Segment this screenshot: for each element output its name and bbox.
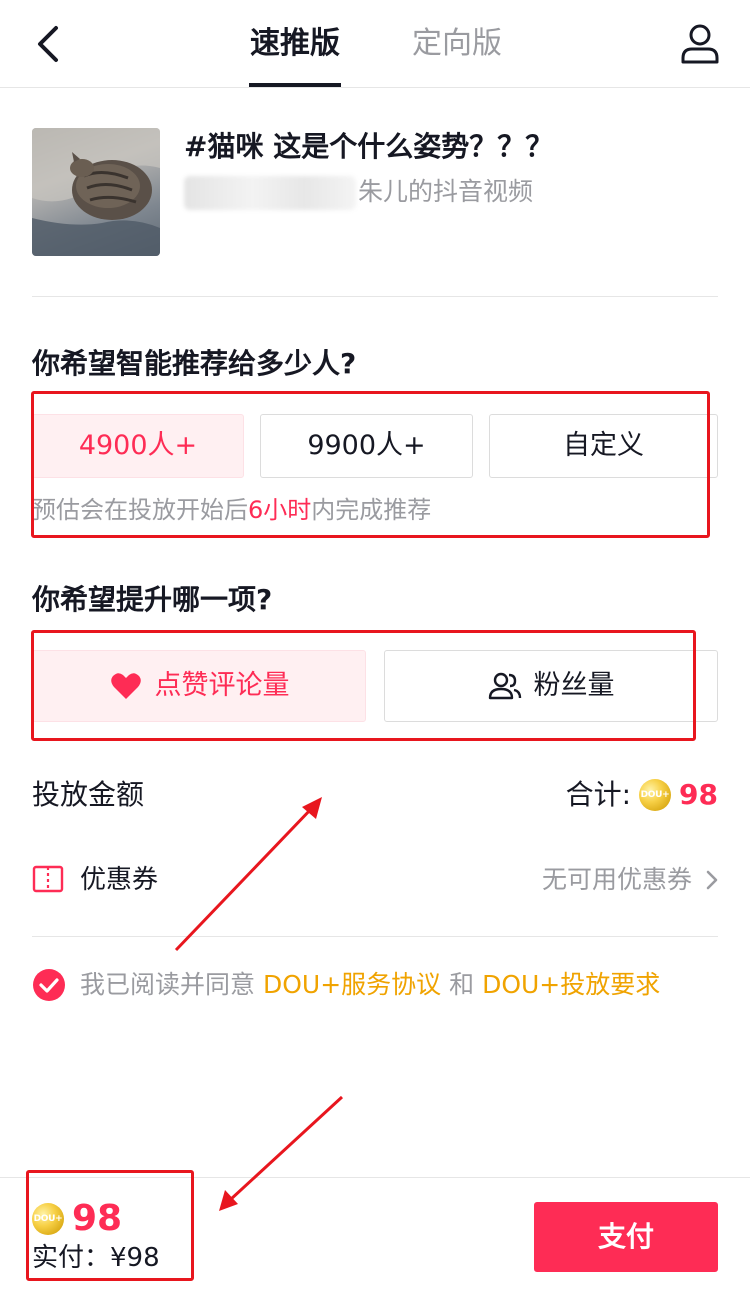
boost-requirements-link[interactable]: DOU+投放要求	[482, 970, 660, 999]
amount-label: 投放金额	[32, 778, 145, 811]
divider	[32, 936, 718, 937]
chevron-left-icon[interactable]	[30, 22, 70, 66]
tab-fast-boost[interactable]: 速推版	[250, 22, 340, 66]
pay-button[interactable]: 支付	[534, 1202, 718, 1272]
video-author-line: 朱儿的抖音视频	[184, 172, 533, 212]
annotation-arrowhead-1	[302, 797, 322, 819]
agreement-and: 和	[449, 970, 475, 999]
reach-question: 你希望智能推荐给多少人?	[32, 347, 357, 380]
agreement-prefix: 我已阅读并同意	[80, 970, 256, 999]
checkbox-checked-icon[interactable]	[32, 968, 66, 1002]
cat-image	[32, 128, 160, 256]
tab-targeted-boost[interactable]: 定向版	[412, 22, 502, 66]
total-label: 合计:	[565, 778, 632, 811]
dou-coin-icon: DOU+	[639, 779, 672, 811]
chevron-right-icon[interactable]	[704, 866, 720, 894]
annotation-arrow-1	[174, 806, 314, 952]
annotation-box-boost	[31, 630, 696, 741]
boost-question: 你希望提升哪一项?	[32, 583, 273, 616]
tab-active-indicator	[249, 83, 341, 87]
annotation-box-reach	[31, 391, 710, 538]
video-title: #猫咪 这是个什么姿势？？？	[184, 130, 554, 163]
annotation-box-total	[26, 1170, 194, 1281]
divider	[32, 296, 718, 297]
blurred-author-name	[184, 176, 356, 210]
user-icon[interactable]	[680, 22, 720, 66]
total-value: 98	[679, 778, 718, 811]
agreement-text: 我已阅读并同意 DOU+服务协议 和 DOU+投放要求	[80, 964, 660, 1006]
video-thumbnail[interactable]	[32, 128, 160, 256]
total-summary: 合计: DOU+ 98	[566, 774, 718, 816]
coupon-label: 优惠券	[80, 865, 159, 895]
coupon-value[interactable]: 无可用优惠券	[542, 860, 692, 900]
coupon-icon	[32, 865, 64, 893]
top-bar: 速推版 定向版	[0, 0, 750, 88]
video-source-label: 朱儿的抖音视频	[358, 177, 534, 206]
service-agreement-link[interactable]: DOU+服务协议	[263, 970, 441, 999]
